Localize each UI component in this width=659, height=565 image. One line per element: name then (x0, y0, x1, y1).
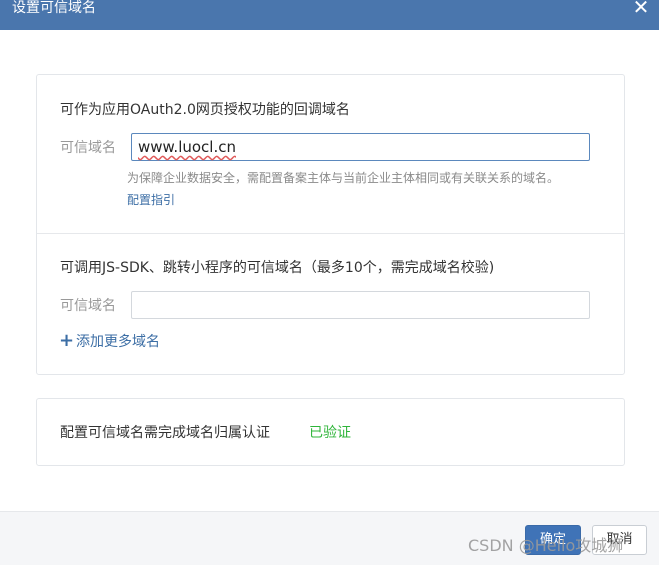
jssdk-section-title: 可调用JS-SDK、跳转小程序的可信域名（最多10个，需完成域名校验) (60, 260, 495, 276)
section-divider (37, 233, 624, 234)
oauth-section-title: 可作为应用OAuth2.0网页授权功能的回调域名 (60, 102, 350, 118)
jssdk-field-label: 可信域名 (60, 298, 116, 314)
verification-card: 配置可信域名需完成域名归属认证 已验证 (36, 398, 625, 466)
oauth-hint: 为保障企业数据安全，需配置备案主体与当前企业主体相同或有关联关系的域名。配置指引 (127, 167, 567, 211)
verification-text: 配置可信域名需完成域名归属认证 (60, 425, 270, 441)
oauth-domain-input[interactable] (131, 133, 590, 161)
watermark: CSDN @Hello攻城狮 (468, 536, 624, 555)
domain-config-card: 可作为应用OAuth2.0网页授权功能的回调域名 可信域名 www.luocl.… (36, 74, 625, 375)
oauth-hint-text: 为保障企业数据安全，需配置备案主体与当前企业主体相同或有关联关系的域名。 (127, 171, 560, 185)
config-guide-link[interactable]: 配置指引 (127, 193, 175, 207)
dialog-title: 设置可信域名 (12, 0, 96, 16)
dialog-titlebar: 设置可信域名 ✕ (0, 0, 659, 30)
jssdk-domain-input[interactable] (131, 291, 590, 319)
add-more-label: 添加更多域名 (76, 334, 160, 350)
verification-status: 已验证 (309, 425, 351, 441)
close-icon[interactable]: ✕ (629, 0, 653, 17)
plus-icon: + (59, 330, 75, 351)
oauth-field-label: 可信域名 (60, 140, 116, 156)
add-more-domains-button[interactable]: + 添加更多域名 (59, 331, 160, 351)
